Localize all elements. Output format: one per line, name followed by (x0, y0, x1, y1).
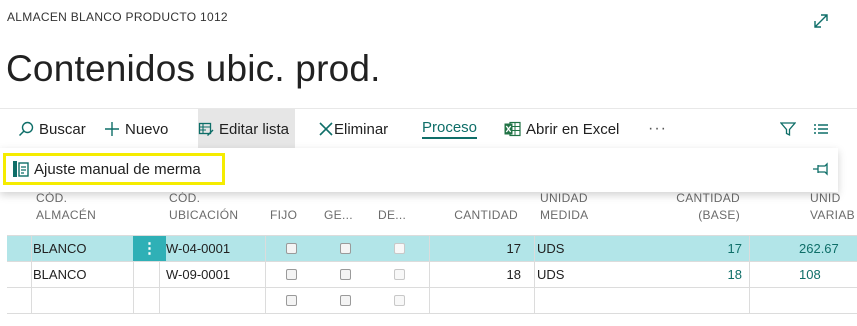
edit-list-label: Editar lista (219, 120, 290, 138)
bin-cell[interactable]: W-09-0001 (166, 262, 230, 287)
grid-line (265, 236, 266, 262)
open-in-excel-label: Abrir en Excel (526, 120, 620, 138)
grid-line (429, 288, 430, 314)
grid-line (429, 236, 430, 262)
column-header-quantity[interactable]: CANTIDAD (440, 207, 518, 224)
search-icon (18, 121, 34, 137)
open-in-excel-button[interactable]: Abrir en Excel (504, 109, 619, 149)
uom-cell[interactable]: UDS (537, 262, 564, 287)
page-title: Contenidos ubic. prod. (6, 48, 381, 89)
column-header-line: VARIAB (810, 208, 855, 222)
ge-checkbox[interactable] (340, 243, 351, 254)
warehouse-cell[interactable]: BLANCO (33, 236, 86, 261)
excel-icon (504, 121, 521, 137)
grid-line (133, 288, 134, 314)
warehouse-cell[interactable]: BLANCO (33, 262, 86, 287)
grid-line (265, 262, 266, 288)
column-header-variable-unit[interactable]: UNID VARIAB (810, 190, 855, 224)
fixed-checkbox[interactable] (286, 243, 297, 254)
manual-shrinkage-adjustment-item[interactable]: Ajuste manual de merma (3, 153, 225, 185)
table-row-empty[interactable] (7, 288, 857, 314)
column-header-line: (BASE) (698, 208, 740, 222)
quantity-base-cell[interactable]: 17 (657, 236, 742, 261)
column-header-bin[interactable]: CÓD. UBICACIÓN (169, 190, 238, 224)
column-header-line: MEDIDA (540, 208, 589, 222)
variable-unit-cell[interactable]: 262.67 (799, 236, 839, 261)
quantity-base-cell[interactable]: 18 (657, 262, 742, 287)
breadcrumb: ALMACEN BLANCO PRODUCTO 1012 (7, 10, 228, 24)
grid-line (429, 262, 430, 288)
search-button[interactable]: Buscar (18, 109, 86, 149)
more-options-button[interactable]: ··· (648, 109, 667, 149)
delete-icon (319, 122, 333, 136)
column-header-warehouse[interactable]: CÓD. ALMACÉN (36, 190, 96, 224)
ge-checkbox[interactable] (340, 269, 351, 280)
grid-line (31, 236, 32, 262)
de-checkbox (394, 295, 405, 306)
filter-icon (780, 122, 796, 137)
new-label: Nuevo (125, 120, 169, 138)
plus-icon (105, 122, 119, 136)
row-actions-button[interactable]: ⋮ (133, 236, 166, 261)
grid-line (265, 288, 266, 314)
variable-unit-cell[interactable]: 108 (799, 262, 821, 287)
filter-button[interactable] (780, 109, 801, 149)
list-icon (814, 124, 828, 134)
fixed-checkbox[interactable] (286, 295, 297, 306)
grid-line (159, 288, 160, 314)
column-header-line: CANTIDAD (676, 191, 740, 205)
column-header-ge[interactable]: GE... (324, 207, 353, 224)
table-row[interactable]: BLANCO W-09-0001 18 UDS 18 108 (7, 262, 857, 288)
column-header-de[interactable]: DE... (378, 207, 406, 224)
uom-cell[interactable]: UDS (537, 236, 564, 261)
edit-list-button[interactable]: Editar lista (198, 109, 296, 149)
delete-label: Eliminar (334, 120, 389, 138)
grid-line (534, 288, 535, 314)
action-bar: Buscar Nuevo Editar lista Eliminar Proce… (0, 108, 857, 149)
grid-line (749, 236, 750, 262)
manual-shrinkage-adjustment-label: Ajuste manual de merma (34, 160, 201, 178)
de-checkbox (394, 269, 405, 280)
grid-line (534, 236, 535, 262)
column-header-fixed[interactable]: FIJO (270, 207, 297, 224)
expand-icon[interactable] (812, 12, 830, 30)
column-header-line: CÓD. (36, 191, 68, 205)
grid-line (159, 262, 160, 288)
process-dropdown-menu: Ajuste manual de merma (0, 148, 838, 192)
grid-line (749, 262, 750, 288)
column-header-line: CÓD. (169, 191, 201, 205)
column-header-quantity-base[interactable]: CANTIDAD (BASE) (660, 190, 740, 224)
list-view-button[interactable] (813, 109, 834, 149)
fixed-checkbox[interactable] (286, 269, 297, 280)
column-header-line: UNID (810, 191, 841, 205)
pin-icon[interactable] (812, 162, 832, 176)
quantity-cell[interactable]: 18 (437, 262, 521, 287)
column-header-line: UNIDAD (540, 191, 588, 205)
new-button[interactable]: Nuevo (104, 109, 168, 149)
grid-line (31, 288, 32, 314)
process-menu-button[interactable]: Proceso (422, 109, 478, 149)
grid-line (749, 288, 750, 314)
column-header-uom[interactable]: UNIDAD MEDIDA (540, 190, 588, 224)
de-checkbox (394, 243, 405, 254)
ge-checkbox[interactable] (340, 295, 351, 306)
process-label: Proceso (422, 119, 478, 139)
delete-button[interactable]: Eliminar (318, 109, 388, 149)
adjustment-icon (13, 161, 29, 177)
column-header-line: ALMACÉN (36, 208, 97, 222)
search-label: Buscar (39, 120, 86, 138)
grid-line (31, 262, 32, 288)
column-header-line: UBICACIÓN (169, 208, 239, 222)
bin-cell[interactable]: W-04-0001 (166, 236, 230, 261)
edit-list-icon (198, 122, 214, 136)
table-row[interactable]: BLANCO ⋮ W-04-0001 17 UDS 17 262.67 (7, 236, 857, 262)
grid-line (133, 262, 134, 288)
grid-line (534, 262, 535, 288)
quantity-cell[interactable]: 17 (437, 236, 521, 261)
